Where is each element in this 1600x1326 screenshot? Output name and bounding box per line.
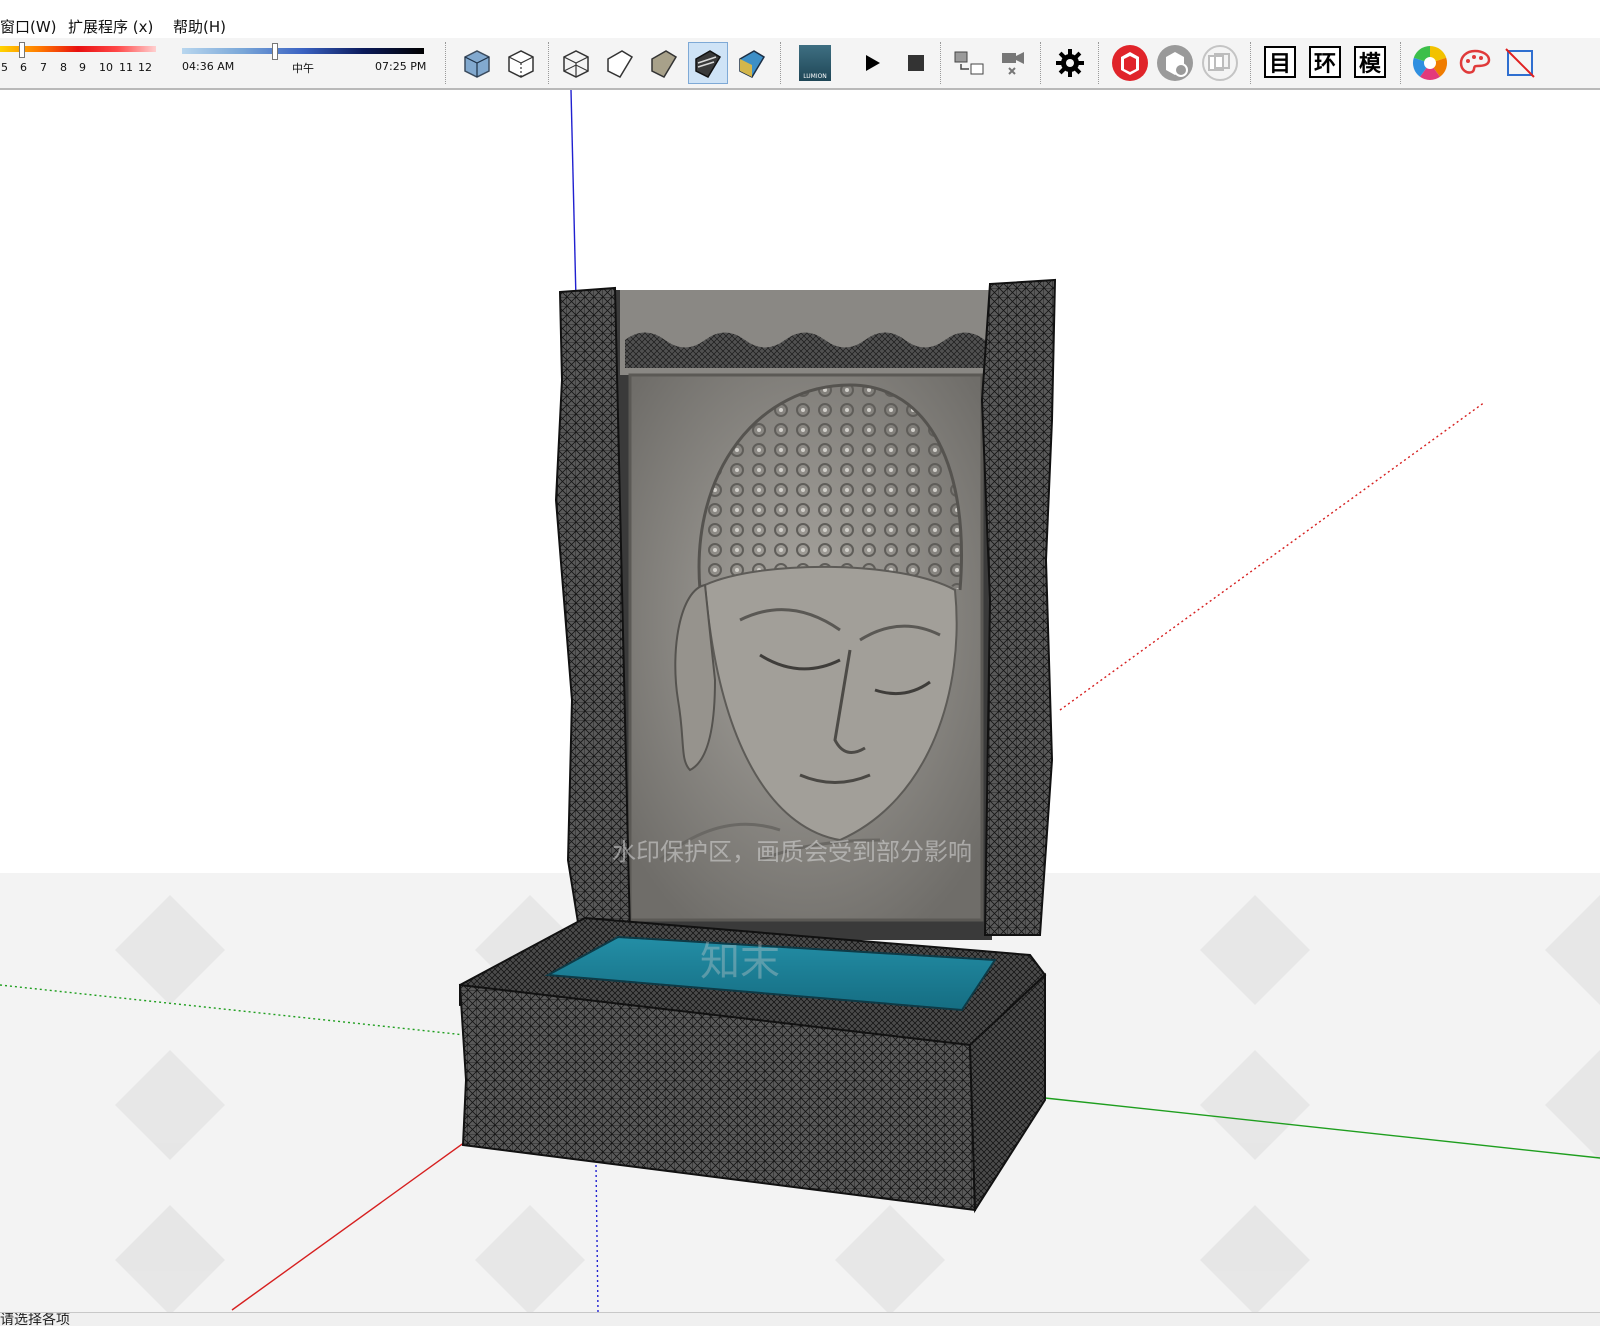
watermark-brand: 知末 [700,939,780,985]
play-button[interactable] [852,42,892,84]
watermark-notice: 水印保护区，画质会受到部分影响 [612,838,972,866]
sunset-time-label: 07:25 PM [375,60,427,73]
export-scene-button[interactable] [950,42,990,84]
lumion-button[interactable]: LUMION [795,42,835,84]
section-plane-button[interactable] [1500,42,1540,84]
sunrise-time-label: 04:36 AM [182,60,235,73]
stop-button[interactable] [896,42,936,84]
back-edges-style-icon [508,50,534,78]
lumion-label: LUMION [803,73,827,80]
gray-cube-icon [1157,45,1193,81]
camera-sync-button[interactable] [994,42,1034,84]
toolbar-separator [548,42,549,84]
toolbar-separator [940,42,941,84]
month-tick-label: 10 [99,61,113,74]
shaded-style-button[interactable] [644,42,684,84]
month-slider-thumb[interactable] [19,42,25,58]
toolbar-separator [780,42,781,84]
menu-bar: 窗口(W) 扩展程序 (x) 帮助(H) [0,0,1600,38]
toolbar-separator [1250,42,1251,84]
noon-label: 中午 [292,62,314,75]
shaded-style-icon [651,50,678,78]
play-icon [866,55,880,71]
gear-icon [1056,49,1084,77]
lumion-logo-icon: LUMION [799,45,831,81]
month-tick-label: 6 [20,61,27,74]
time-gradient-track [182,48,424,54]
menu-help[interactable]: 帮助(H) [173,16,226,37]
material-palette-button[interactable] [1455,42,1495,84]
month-tick-label: 12 [138,61,152,74]
color-wheel-icon [1412,45,1448,81]
status-text: 请选择各项 [0,1312,70,1326]
status-bar: 请选择各项 [0,1312,1600,1326]
xray-style-icon [464,50,490,78]
toolbar-separator [1098,42,1099,84]
xray-style-button[interactable] [457,42,497,84]
red-cube-icon [1112,45,1148,81]
monochrome-style-icon [739,50,766,78]
settings-button[interactable] [1050,42,1090,84]
hidden-line-style-button[interactable] [600,42,640,84]
month-tick-label: 7 [40,61,47,74]
section-plane-icon [1505,48,1535,78]
month-tick-label: 5 [1,61,8,74]
toolbar: 5 6 7 8 9 10 11 12 04:36 AM 中午 07:25 PM [0,38,1600,90]
month-tick-label: 9 [79,61,86,74]
shadow-month-slider[interactable]: 5 6 7 8 9 10 11 12 [0,38,160,88]
viewport-canvas[interactable]: 水印保护区，画质会受到部分影响 知末 [0,90,1600,1312]
shaded-with-textures-style-button[interactable] [688,42,728,84]
render-plugin-button[interactable] [1110,42,1150,84]
right-pillar [980,278,1057,936]
render-settings-button[interactable] [1155,42,1195,84]
monochrome-style-button[interactable] [732,42,772,84]
shaded-with-textures-style-icon [695,50,722,78]
toolbar-separator [1400,42,1401,84]
layered-boxes-icon [1202,45,1238,81]
batch-render-button[interactable] [1200,42,1240,84]
blue-axis [570,90,577,301]
month-tick-label: 11 [119,61,133,74]
cjk-tool-button-1[interactable]: 目 [1264,46,1296,78]
toolbar-separator [1040,42,1041,84]
red-axis-dotted [1059,401,1486,711]
shadow-time-slider[interactable]: 04:36 AM 中午 07:25 PM [180,38,430,88]
stop-icon [908,55,924,71]
wireframe-style-button[interactable] [556,42,596,84]
cjk-tool-button-3[interactable]: 模 [1354,46,1386,78]
palette-icon [1459,49,1491,74]
model-viewport[interactable]: 水印保护区，画质会受到部分影响 知末 [0,90,1600,1312]
menu-window[interactable]: 窗口(W) [0,16,57,37]
buddha-fountain-model[interactable] [458,278,1057,1214]
color-wheel-button[interactable] [1410,42,1450,84]
camera-sync-icon [1002,52,1024,75]
toolbar-separator [445,42,446,84]
back-edges-style-button[interactable] [501,42,541,84]
hidden-line-style-icon [607,50,634,78]
menu-extensions[interactable]: 扩展程序 (x) [68,16,153,37]
time-slider-thumb[interactable] [272,43,278,60]
export-scene-icon [954,51,984,75]
cjk-tool-button-2[interactable]: 环 [1309,46,1341,78]
month-tick-label: 8 [60,61,67,74]
wireframe-style-icon [563,50,589,78]
